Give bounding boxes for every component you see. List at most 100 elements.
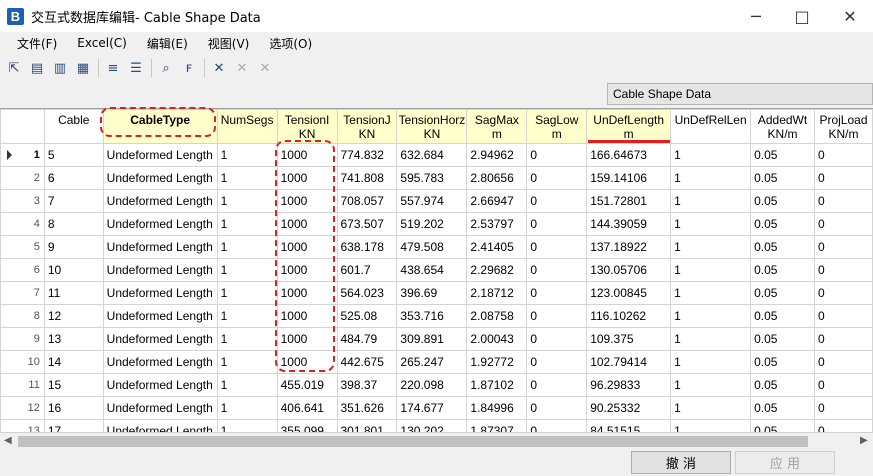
cell-tensionhorz[interactable]: 519.202 [396, 212, 468, 236]
column-header-cabletype[interactable]: CableType [102, 109, 218, 144]
cell-saglow[interactable]: 0 [526, 327, 588, 351]
cell-addedwt[interactable]: 0.05 [750, 235, 815, 259]
cell-undeflength[interactable]: 144.39059 [586, 212, 672, 236]
cell-undefrellen[interactable]: 1 [670, 143, 752, 167]
column-header-tensionhorz[interactable]: TensionHorz KN [396, 109, 468, 144]
cell-tensionhorz[interactable]: 479.508 [396, 235, 468, 259]
cell-tensionhorz[interactable]: 353.716 [396, 304, 468, 328]
cell-saglow[interactable]: 0 [526, 258, 588, 282]
table-row[interactable]: 11 15 Undeformed Length 1 455.019 398.37 220.0… [0, 373, 873, 397]
cell-addedwt[interactable]: 0.05 [750, 212, 815, 236]
cell-addedwt[interactable]: 0.05 [750, 143, 815, 167]
cell-sagmax[interactable]: 2.94962 [466, 143, 528, 167]
table-row[interactable]: 13 17 Undeformed Length 1 355.099 301.801 130.… [0, 419, 873, 432]
cell-cable[interactable]: 11 [43, 281, 104, 305]
cell-undefrellen[interactable]: 1 [670, 281, 752, 305]
column-header-tensionj[interactable]: TensionJ KN [336, 109, 398, 144]
scroll-left-icon[interactable]: ◀ [4, 435, 12, 446]
cell-cable[interactable]: 5 [43, 143, 104, 167]
cell-projload[interactable]: 0 [813, 235, 873, 259]
table-row[interactable]: 1 5 Undeformed Length 1 1000 774.832 632.684 2.… [0, 143, 873, 167]
cell-tensionj[interactable]: 774.832 [336, 143, 398, 167]
menu-item-4[interactable]: 选项(O) [262, 35, 319, 52]
cell-tensionj[interactable]: 301.801 [336, 419, 398, 432]
cell-undeflength[interactable]: 151.72801 [586, 189, 672, 213]
table-row[interactable]: 4 8 Undeformed Length 1 1000 673.507 519.202 2.… [0, 212, 873, 236]
cell-numsegs[interactable]: 1 [216, 166, 278, 190]
table-row[interactable]: 10 14 Undeformed Length 1 1000 442.675 265.247… [0, 350, 873, 374]
row-header[interactable]: 3 [0, 189, 45, 213]
column-header-saglow[interactable]: SagLow m [526, 109, 588, 144]
column-header-undeflength[interactable]: UnDefLength m [586, 109, 672, 144]
row-header[interactable]: 1 [0, 143, 45, 167]
cell-tensionj[interactable]: 673.507 [336, 212, 398, 236]
data-grid[interactable]: Cable CableType NumSegs TensionI KN TensionJ K… [0, 108, 873, 432]
cell-numsegs[interactable]: 1 [216, 327, 278, 351]
cell-tensionhorz[interactable]: 396.69 [396, 281, 468, 305]
cell-cabletype[interactable]: Undeformed Length [102, 235, 218, 259]
cell-sagmax[interactable]: 2.08758 [466, 304, 528, 328]
column-header-undefrellen[interactable]: UnDefRelLen [670, 109, 752, 144]
cell-tensioni[interactable]: 1000 [276, 166, 338, 190]
cell-tensioni[interactable]: 1000 [276, 235, 338, 259]
cell-cable[interactable]: 9 [43, 235, 104, 259]
cell-tensioni[interactable]: 1000 [276, 304, 338, 328]
row-header[interactable]: 10 [0, 350, 45, 374]
cell-projload[interactable]: 0 [813, 166, 873, 190]
cell-projload[interactable]: 0 [813, 350, 873, 374]
cell-undefrellen[interactable]: 1 [670, 212, 752, 236]
cell-addedwt[interactable]: 0.05 [750, 396, 815, 420]
cell-addedwt[interactable]: 0.05 [750, 373, 815, 397]
cell-cable[interactable]: 14 [43, 350, 104, 374]
column-header-cable[interactable]: Cable [43, 109, 104, 144]
cell-projload[interactable]: 0 [813, 327, 873, 351]
cell-sagmax[interactable]: 2.29682 [466, 258, 528, 282]
cell-sagmax[interactable]: 1.87307 [466, 419, 528, 432]
cell-tensionhorz[interactable]: 220.098 [396, 373, 468, 397]
toolbar-tool-13-icon[interactable]: ✕ [254, 57, 276, 79]
cell-numsegs[interactable]: 1 [216, 419, 278, 432]
cell-cabletype[interactable]: Undeformed Length [102, 258, 218, 282]
cell-undefrellen[interactable]: 1 [670, 350, 752, 374]
cell-undefrellen[interactable]: 1 [670, 327, 752, 351]
toolbar-tool-5-icon[interactable]: ≡ [102, 57, 124, 79]
cell-projload[interactable]: 0 [813, 373, 873, 397]
cell-undefrellen[interactable]: 1 [670, 304, 752, 328]
table-name-dropdown[interactable]: Cable Shape Data [607, 83, 873, 105]
cell-cable[interactable]: 8 [43, 212, 104, 236]
cell-cable[interactable]: 10 [43, 258, 104, 282]
cell-tensioni[interactable]: 1000 [276, 258, 338, 282]
menu-item-2[interactable]: 编辑(E) [140, 35, 195, 52]
cell-undeflength[interactable]: 123.00845 [586, 281, 672, 305]
cell-tensionhorz[interactable]: 309.891 [396, 327, 468, 351]
cell-cabletype[interactable]: Undeformed Length [102, 327, 218, 351]
cell-projload[interactable]: 0 [813, 258, 873, 282]
cell-tensioni[interactable]: 1000 [276, 281, 338, 305]
cell-tensionj[interactable]: 525.08 [336, 304, 398, 328]
cell-undeflength[interactable]: 84.51515 [586, 419, 672, 432]
cell-cabletype[interactable]: Undeformed Length [102, 189, 218, 213]
table-row[interactable]: 5 9 Undeformed Length 1 1000 638.178 479.508 2.… [0, 235, 873, 259]
cell-sagmax[interactable]: 1.92772 [466, 350, 528, 374]
column-header-sagmax[interactable]: SagMax m [466, 109, 528, 144]
cell-addedwt[interactable]: 0.05 [750, 304, 815, 328]
cell-saglow[interactable]: 0 [526, 373, 588, 397]
cell-undefrellen[interactable]: 1 [670, 258, 752, 282]
cell-sagmax[interactable]: 2.41405 [466, 235, 528, 259]
row-header[interactable]: 4 [0, 212, 45, 236]
cell-cable[interactable]: 13 [43, 327, 104, 351]
cell-tensionj[interactable]: 601.7 [336, 258, 398, 282]
row-header[interactable]: 13 [0, 419, 45, 432]
cell-sagmax[interactable]: 1.84996 [466, 396, 528, 420]
cell-tensioni[interactable]: 1000 [276, 327, 338, 351]
cell-numsegs[interactable]: 1 [216, 258, 278, 282]
cell-numsegs[interactable]: 1 [216, 281, 278, 305]
cell-saglow[interactable]: 0 [526, 166, 588, 190]
toolbar-tool-0-icon[interactable]: ⇱ [3, 57, 25, 79]
cell-tensionj[interactable]: 351.626 [336, 396, 398, 420]
cell-projload[interactable]: 0 [813, 212, 873, 236]
table-row[interactable]: 7 11 Undeformed Length 1 1000 564.023 396.69 2.… [0, 281, 873, 305]
cell-saglow[interactable]: 0 [526, 281, 588, 305]
toolbar-tool-3-icon[interactable]: ▦ [72, 57, 94, 79]
cell-undefrellen[interactable]: 1 [670, 373, 752, 397]
